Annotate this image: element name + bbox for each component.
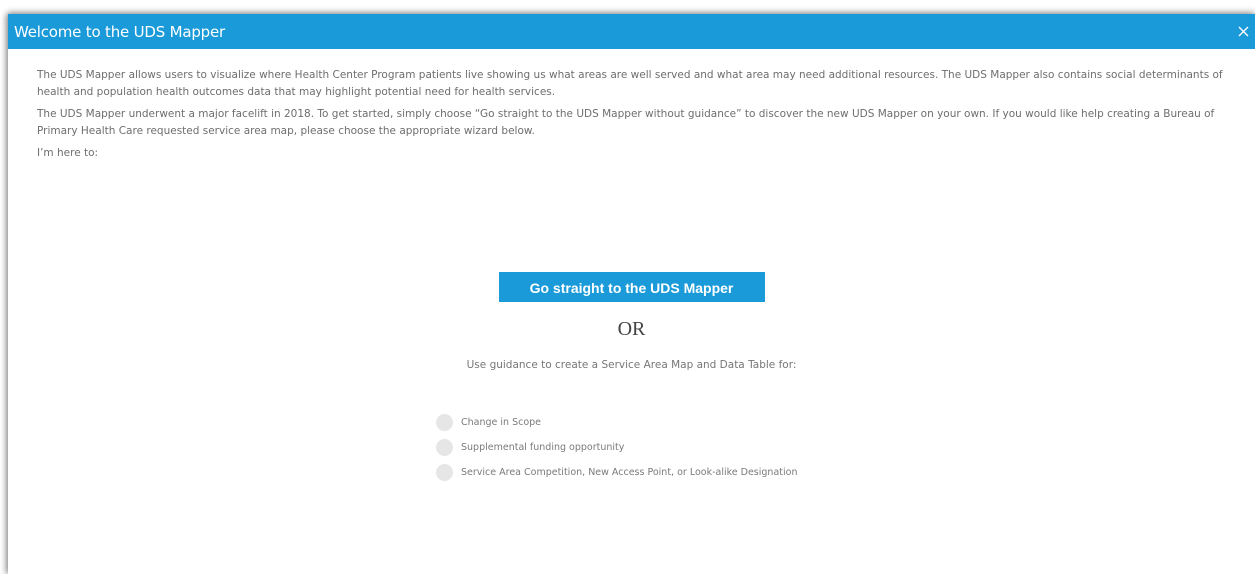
guidance-options: Change in Scope Supplemental funding opp… <box>436 410 797 485</box>
radio-button[interactable] <box>436 464 453 481</box>
guidance-label: Use guidance to create a Service Area Ma… <box>466 359 797 371</box>
go-straight-button[interactable]: Go straight to the UDS Mapper <box>498 272 765 302</box>
radio-button[interactable] <box>436 439 453 456</box>
option-label: Service Area Competition, New Access Poi… <box>461 467 798 478</box>
intro-paragraph-1: The UDS Mapper allows users to visualize… <box>37 69 1223 98</box>
intro-prompt: I’m here to: <box>37 147 99 159</box>
dialog-content: The UDS Mapper allows users to visualize… <box>8 49 1255 162</box>
radio-button[interactable] <box>436 414 453 431</box>
option-change-in-scope[interactable]: Change in Scope <box>436 410 797 435</box>
or-divider: OR <box>617 318 646 340</box>
option-supplemental-funding[interactable]: Supplemental funding opportunity <box>436 435 797 460</box>
action-area: Go straight to the UDS Mapper OR Use gui… <box>8 272 1255 371</box>
close-icon <box>1238 26 1248 37</box>
option-label: Change in Scope <box>461 417 542 428</box>
dialog-titlebar: Welcome to the UDS Mapper <box>8 14 1255 49</box>
option-label: Supplemental funding opportunity <box>461 442 625 453</box>
intro-paragraph-2: The UDS Mapper underwent a major facelif… <box>37 108 1215 137</box>
close-button[interactable] <box>1231 14 1255 49</box>
option-service-area-competition[interactable]: Service Area Competition, New Access Poi… <box>436 460 797 485</box>
welcome-dialog: Welcome to the UDS Mapper The UDS Mapper… <box>8 14 1255 574</box>
dialog-title: Welcome to the UDS Mapper <box>14 22 225 41</box>
